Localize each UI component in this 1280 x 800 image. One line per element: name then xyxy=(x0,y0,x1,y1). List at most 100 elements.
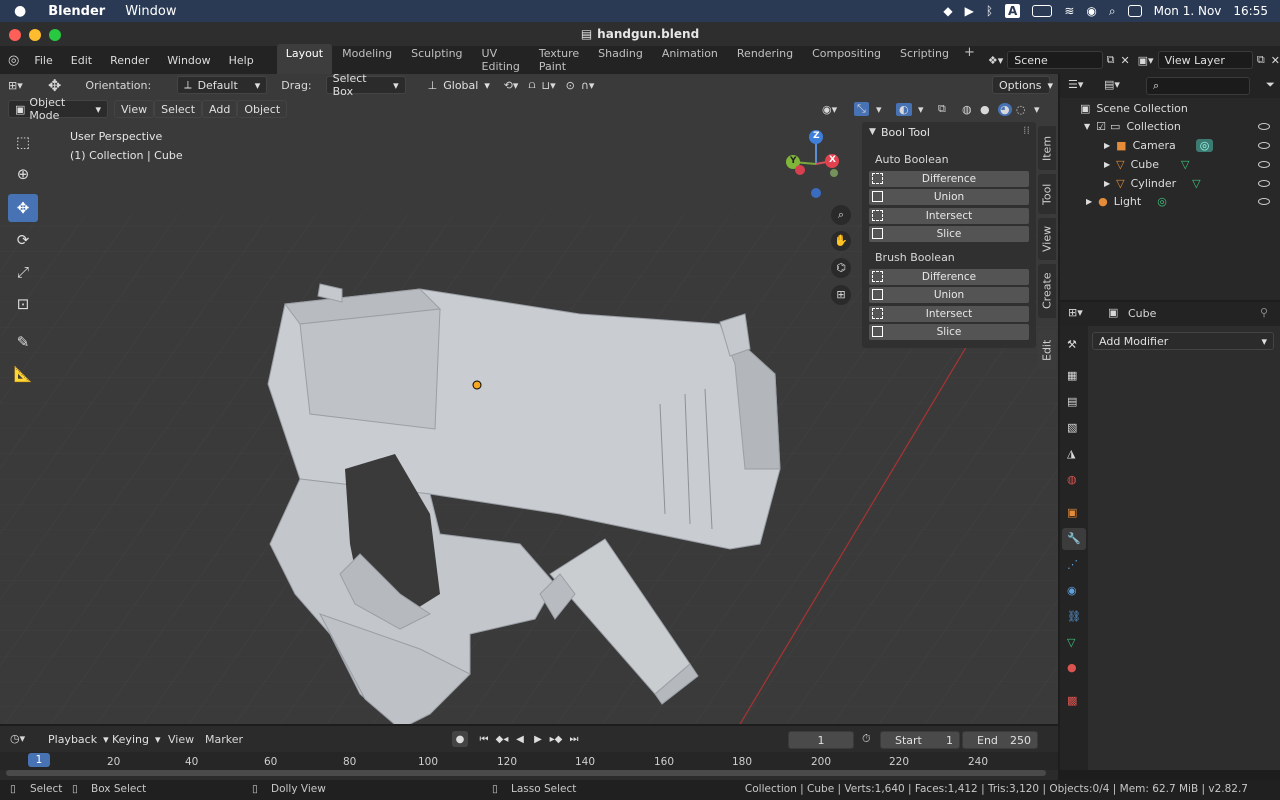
tab-layout[interactable]: Layout xyxy=(276,44,333,76)
tab-shading[interactable]: Shading xyxy=(589,44,652,76)
proportional-edit-icon[interactable]: ⊙ xyxy=(566,79,575,92)
auto-union-button[interactable]: Union xyxy=(869,189,1029,205)
menu-window[interactable]: Window xyxy=(158,54,219,67)
tab-compositing[interactable]: Compositing xyxy=(803,44,890,76)
scene-selector[interactable]: Scene xyxy=(1007,51,1103,69)
outliner-row-cylinder[interactable]: ▶ ▽ Cylinder ▽ xyxy=(1104,174,1201,192)
mode-dropdown[interactable]: ▣ Object Mode ▾ xyxy=(8,96,108,122)
properties-editor-icon[interactable]: ⊞▾ xyxy=(1068,306,1083,319)
drag-dropdown[interactable]: Select Box ▾ xyxy=(325,74,406,98)
shading-dropdown-icon[interactable]: ▾ xyxy=(1034,103,1040,116)
xray-icon[interactable]: ⧉ xyxy=(938,102,946,116)
snap-icon[interactable]: ⩍ xyxy=(528,78,535,92)
move-tool-icon[interactable]: ✥ xyxy=(48,76,61,95)
sidebar-tab-item[interactable]: Item xyxy=(1038,126,1056,170)
new-view-layer-icon[interactable]: ⧉ xyxy=(1257,53,1265,67)
3d-viewport[interactable]: ⊞▾ ✥ Orientation: ⟂ Default ▾ Drag: Select… xyxy=(0,74,1058,724)
material-props-icon[interactable]: ● xyxy=(1067,661,1077,674)
tab-uv-editing[interactable]: UV Editing xyxy=(473,44,529,76)
timeline-editor-icon[interactable]: ◷▾ xyxy=(10,732,25,745)
keying-menu[interactable]: Keying ▾ xyxy=(106,730,166,748)
auto-intersect-button[interactable]: Intersect xyxy=(869,208,1029,224)
expand-arrow-icon[interactable]: ▶ xyxy=(1104,141,1110,150)
tab-texture-paint[interactable]: Texture Paint xyxy=(530,44,588,76)
sidebar-tab-create[interactable]: Create xyxy=(1038,264,1056,318)
eye-icon[interactable] xyxy=(1258,198,1270,205)
outliner-search-input[interactable]: ⌕ xyxy=(1146,77,1250,95)
tab-modeling[interactable]: Modeling xyxy=(333,44,401,76)
tab-rendering[interactable]: Rendering xyxy=(728,44,802,76)
gizmo-dropdown-icon[interactable]: ▾ xyxy=(876,103,882,116)
tab-animation[interactable]: Animation xyxy=(653,44,727,76)
auto-difference-button[interactable]: Difference xyxy=(869,171,1029,187)
view-layer-props-icon[interactable]: ▧ xyxy=(1067,421,1077,434)
ortho-grid-icon[interactable]: ⊞ xyxy=(831,285,851,305)
pivot-point-icon[interactable]: ⟲▾ xyxy=(504,79,519,92)
timeline-view-menu[interactable]: View xyxy=(168,733,194,746)
scene-icon[interactable]: ❖▾ xyxy=(988,54,1003,67)
rotate-tool-icon[interactable]: ⟳ xyxy=(8,226,38,254)
display-mode-icon[interactable]: ▤▾ xyxy=(1104,78,1120,91)
play-icon[interactable]: ▶ xyxy=(530,731,546,747)
orientation-dropdown[interactable]: ⟂ Default ▾ xyxy=(177,76,268,94)
expand-arrow-icon[interactable]: ▶ xyxy=(1104,160,1110,169)
stopwatch-icon[interactable]: ⏱ xyxy=(862,732,871,746)
eye-icon[interactable] xyxy=(1258,180,1270,187)
select-box-tool-icon[interactable]: ⬚ xyxy=(8,128,38,156)
menu-object[interactable]: Object xyxy=(237,100,288,118)
playback-menu[interactable]: Playback ▾ xyxy=(42,730,115,748)
sidebar-tab-edit[interactable]: Edit xyxy=(1038,330,1056,370)
current-frame-field[interactable]: 1 xyxy=(788,731,854,749)
drag-handle-icon[interactable]: ⁞⁞ xyxy=(1023,124,1030,137)
user-icon[interactable]: ◉ xyxy=(1086,4,1096,18)
outliner-row-collection[interactable]: ▼ ☑ ▭ Collection xyxy=(1084,117,1181,135)
texture-props-icon[interactable]: ▩ xyxy=(1067,694,1077,707)
minimize-window-button[interactable] xyxy=(29,29,41,41)
battery-icon[interactable] xyxy=(1032,5,1053,17)
tool-props-icon[interactable]: ⚒ xyxy=(1067,338,1077,351)
expand-arrow-icon[interactable]: ▶ xyxy=(1086,197,1092,206)
checkbox-icon[interactable]: ☑ xyxy=(1096,120,1106,133)
clock-date[interactable]: Mon 1. Nov xyxy=(1154,4,1222,18)
tab-scripting[interactable]: Scripting xyxy=(891,44,958,76)
menu-edit[interactable]: Edit xyxy=(62,54,101,67)
brush-difference-button[interactable]: Difference xyxy=(869,269,1029,285)
particles-props-icon[interactable]: ⋰ xyxy=(1067,558,1078,571)
brush-intersect-button[interactable]: Intersect xyxy=(869,306,1029,322)
end-frame-field[interactable]: End 250 xyxy=(962,731,1038,749)
prev-keyframe-icon[interactable]: ◆◂ xyxy=(494,731,510,747)
collapse-arrow-icon[interactable]: ▼ xyxy=(869,127,876,137)
annotate-tool-icon[interactable]: ✎ xyxy=(8,328,38,356)
play-icon[interactable]: ▶ xyxy=(965,4,974,18)
measure-tool-icon[interactable]: 📐 xyxy=(8,360,38,388)
timeline-scrollbar[interactable] xyxy=(6,770,1046,776)
menu-add[interactable]: Add xyxy=(202,100,238,118)
remove-view-layer-icon[interactable]: ✕ xyxy=(1271,54,1280,67)
wifi-icon[interactable]: ≋ xyxy=(1064,4,1074,18)
bluetooth-icon[interactable]: ᛒ xyxy=(986,4,993,18)
options-dropdown[interactable]: Options ▾ xyxy=(992,76,1053,94)
tool-icon[interactable]: ⊞▾ xyxy=(8,79,34,92)
snap-target-icon[interactable]: ⊔▾ xyxy=(542,79,556,92)
mesh-data-props-icon[interactable]: ▽ xyxy=(1067,636,1075,649)
zoom-icon[interactable]: ⌕ xyxy=(831,205,851,225)
editor-type-icon[interactable]: ☰▾ xyxy=(1068,78,1083,91)
rendered-shading-icon[interactable]: ◌ xyxy=(1016,103,1026,116)
menu-help[interactable]: Help xyxy=(220,54,263,67)
menu-select[interactable]: Select xyxy=(154,100,203,118)
modifier-props-icon[interactable]: 🔧 xyxy=(1062,528,1086,550)
menu-file[interactable]: File xyxy=(25,54,61,67)
cursor-tool-icon[interactable]: ⊕ xyxy=(8,160,38,188)
sidebar-tab-tool[interactable]: Tool xyxy=(1038,174,1056,214)
add-modifier-dropdown[interactable]: Add Modifier ▾ xyxy=(1092,332,1274,350)
overlays-dropdown-icon[interactable]: ▾ xyxy=(918,103,924,116)
sidebar-tab-view[interactable]: View xyxy=(1038,218,1056,260)
current-frame-marker[interactable]: 1 xyxy=(28,753,50,767)
outliner-row-scene-collection[interactable]: ▣ Scene Collection xyxy=(1080,99,1188,117)
solid-shading-icon[interactable]: ● xyxy=(980,103,990,116)
wireframe-shading-icon[interactable]: ◍ xyxy=(962,103,972,116)
outliner-row-camera[interactable]: ▶ ■ Camera ◎ xyxy=(1104,136,1214,154)
brush-slice-button[interactable]: Slice xyxy=(869,324,1029,340)
object-props-icon[interactable]: ▣ xyxy=(1067,506,1077,519)
tab-sculpting[interactable]: Sculpting xyxy=(402,44,471,76)
